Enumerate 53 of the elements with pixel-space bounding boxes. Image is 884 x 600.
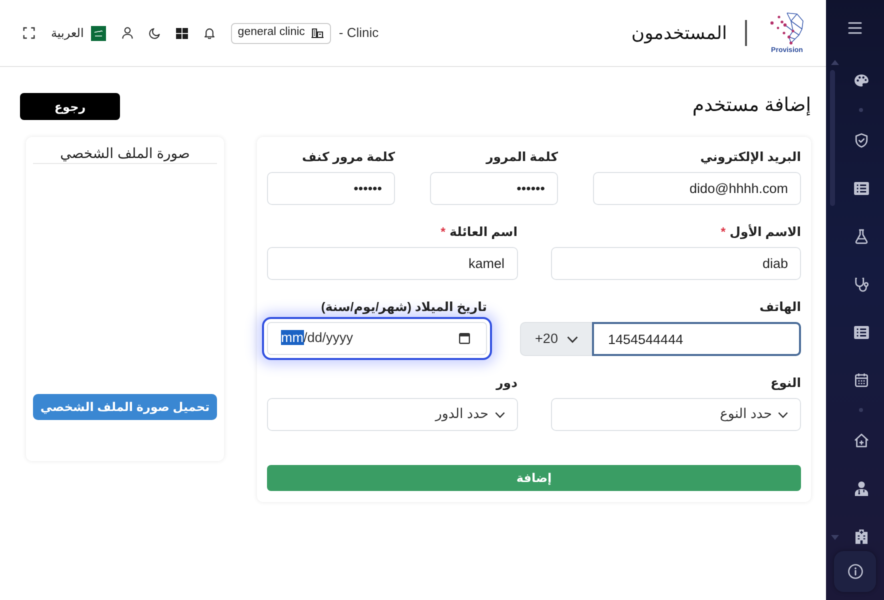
chevron-down-icon: [566, 336, 578, 342]
bell-icon[interactable]: [204, 27, 215, 39]
password-field[interactable]: ••••••: [430, 172, 558, 205]
calendar-icon[interactable]: [459, 333, 470, 344]
upload-photo-button[interactable]: تحميل صورة الملف الشخصي: [33, 394, 217, 420]
dot-icon: [859, 108, 863, 112]
field-label: كلمة مرور كنف: [300, 149, 395, 166]
field-label: اسم العائلة *: [440, 224, 518, 241]
chevron-down-icon: [778, 412, 788, 418]
text-field[interactable]: diab: [550, 247, 801, 280]
text-field[interactable]: kamel: [267, 247, 518, 280]
clinic-button[interactable]: general clinic: [230, 22, 331, 44]
flask-icon[interactable]: [854, 228, 868, 244]
grid-icon[interactable]: [176, 28, 188, 38]
palette-icon[interactable]: [854, 74, 868, 86]
field-label: دور: [494, 375, 518, 392]
dropdown-field[interactable]: حدد الدور: [267, 398, 518, 431]
house-plus-icon[interactable]: [854, 432, 868, 448]
field-label: تاريخ الميلاد (شهر/يوم/سنة): [320, 299, 487, 316]
field-label: كلمة المرور: [484, 149, 558, 166]
shield-check-icon[interactable]: [854, 132, 868, 148]
person-icon[interactable]: [122, 27, 133, 39]
language-button[interactable]: العربية: [51, 24, 106, 42]
network-logo-icon[interactable]: [769, 11, 805, 45]
page-title: المستخدمون: [631, 22, 727, 46]
field-label: الهاتف: [758, 299, 801, 316]
chevron-down-icon: [494, 412, 504, 418]
field-label: النوع: [770, 375, 801, 392]
phone-field[interactable]: 1454544444: [592, 322, 801, 356]
page-heading: إضافة مستخدم: [692, 95, 811, 118]
info-button[interactable]: [834, 551, 876, 592]
back-button[interactable]: رجوع: [20, 93, 120, 120]
country-code-select[interactable]: +20: [520, 322, 592, 356]
dot-icon: [859, 408, 863, 412]
person-icon[interactable]: [854, 480, 868, 496]
scrollbar-thumb[interactable]: [830, 70, 835, 206]
building-icon[interactable]: [854, 528, 868, 544]
list-icon[interactable]: [854, 182, 868, 194]
list-icon[interactable]: [854, 326, 868, 338]
building-icon: [310, 28, 324, 38]
text-field[interactable]: dido@hhhh.com: [593, 172, 801, 205]
password-field[interactable]: ••••••: [267, 172, 395, 205]
clinic-label: - Clinic: [338, 24, 379, 42]
moon-icon[interactable]: [148, 28, 160, 38]
field-label: البريد الإلكتروني: [699, 149, 801, 166]
profile-photo-title: صورة الملف الشخصي: [59, 144, 191, 163]
field-label: الاسم الأول *: [720, 223, 801, 241]
info-icon: [848, 564, 862, 579]
flag-icon: [90, 26, 106, 40]
fullscreen-icon[interactable]: [23, 27, 35, 39]
stethoscope-icon[interactable]: [854, 276, 868, 292]
menu-icon[interactable]: [848, 22, 862, 34]
dropdown-field[interactable]: حدد النوع: [550, 398, 801, 431]
